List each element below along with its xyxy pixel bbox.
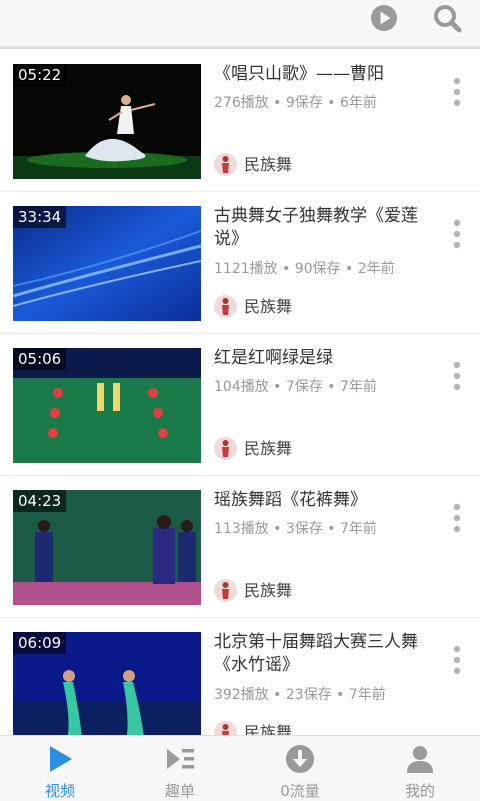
video-thumbnail[interactable]: 04:23 — [13, 490, 201, 605]
play-circle-icon[interactable] — [368, 2, 400, 34]
video-duration: 06:09 — [13, 632, 67, 654]
tab-label: 视频 — [44, 782, 75, 800]
tab-offline[interactable]: 0流量 — [240, 736, 360, 801]
channel-name: 民族舞 — [244, 297, 293, 316]
video-title[interactable]: 红是红啊绿是绿 — [214, 347, 436, 370]
tab-profile[interactable]: 我的 — [360, 736, 480, 801]
channel-name: 民族舞 — [244, 581, 293, 600]
tab-label: 我的 — [404, 782, 435, 800]
more-options-icon[interactable] — [451, 645, 463, 675]
channel-avatar — [214, 437, 237, 460]
video-thumbnail[interactable]: 05:06 — [13, 348, 201, 463]
more-options-icon[interactable] — [451, 219, 463, 249]
tab-label: 趣单 — [164, 782, 195, 800]
video-item[interactable]: 33:34 古典舞女子独舞教学《爱莲说》 1121播放 • 90保存 • 2年前… — [0, 191, 480, 334]
person-icon — [407, 746, 433, 773]
play-triangle-icon — [50, 746, 72, 772]
channel-avatar — [214, 579, 237, 602]
video-item[interactable]: 05:06 红是红啊绿是绿 104播放 • 7保存 • 7年前 民族舞 — [0, 333, 480, 476]
video-duration: 33:34 — [13, 206, 67, 228]
channel-avatar — [214, 153, 237, 176]
tab-playlists[interactable]: 趣单 — [120, 736, 240, 801]
video-meta: 392播放 • 23保存 • 7年前 — [214, 687, 386, 703]
video-meta: 104播放 • 7保存 • 7年前 — [214, 379, 377, 395]
channel-avatar — [214, 295, 237, 318]
video-duration: 05:06 — [13, 348, 67, 370]
more-options-icon[interactable] — [451, 361, 463, 391]
video-list: 05:22 《唱只山歌》——曹阳 276播放 • 9保存 • 6年前 民族舞 3… — [0, 49, 480, 735]
video-meta: 113播放 • 3保存 • 7年前 — [214, 521, 377, 537]
video-meta: 276播放 • 9保存 • 6年前 — [214, 95, 377, 111]
channel-name: 民族舞 — [244, 723, 293, 735]
video-thumbnail[interactable]: 33:34 — [13, 206, 201, 321]
channel-name: 民族舞 — [244, 155, 293, 174]
video-item[interactable]: 05:22 《唱只山歌》——曹阳 276播放 • 9保存 • 6年前 民族舞 — [0, 49, 480, 192]
search-icon[interactable] — [431, 2, 463, 34]
video-duration: 04:23 — [13, 490, 67, 512]
channel-avatar — [214, 721, 237, 735]
channel-name: 民族舞 — [244, 439, 293, 458]
more-options-icon[interactable] — [451, 77, 463, 107]
more-options-icon[interactable] — [451, 503, 463, 533]
video-thumbnail[interactable]: 05:22 — [13, 64, 201, 179]
video-title[interactable]: 古典舞女子独舞教学《爱莲说》 — [214, 205, 436, 251]
video-duration: 05:22 — [13, 64, 67, 86]
tab-videos[interactable]: 视频 — [0, 736, 120, 801]
video-item[interactable]: 06:09 北京第十届舞蹈大赛三人舞《水竹谣》 392播放 • 23保存 • 7… — [0, 617, 480, 735]
video-meta: 1121播放 • 90保存 • 2年前 — [214, 261, 395, 277]
video-title[interactable]: 北京第十届舞蹈大赛三人舞《水竹谣》 — [214, 631, 436, 677]
video-title[interactable]: 《唱只山歌》——曹阳 — [214, 63, 436, 86]
video-thumbnail[interactable]: 06:09 — [13, 632, 201, 735]
download-icon — [286, 745, 314, 773]
playlist-icon — [167, 749, 194, 769]
video-item[interactable]: 04:23 瑶族舞蹈《花裤舞》 113播放 • 3保存 • 7年前 民族舞 — [0, 475, 480, 618]
bottom-tab-bar: 视频 趣单 0流量 我的 — [0, 735, 480, 801]
tab-label: 0流量 — [280, 782, 320, 800]
top-bar — [0, 0, 480, 49]
video-title[interactable]: 瑶族舞蹈《花裤舞》 — [214, 489, 436, 512]
